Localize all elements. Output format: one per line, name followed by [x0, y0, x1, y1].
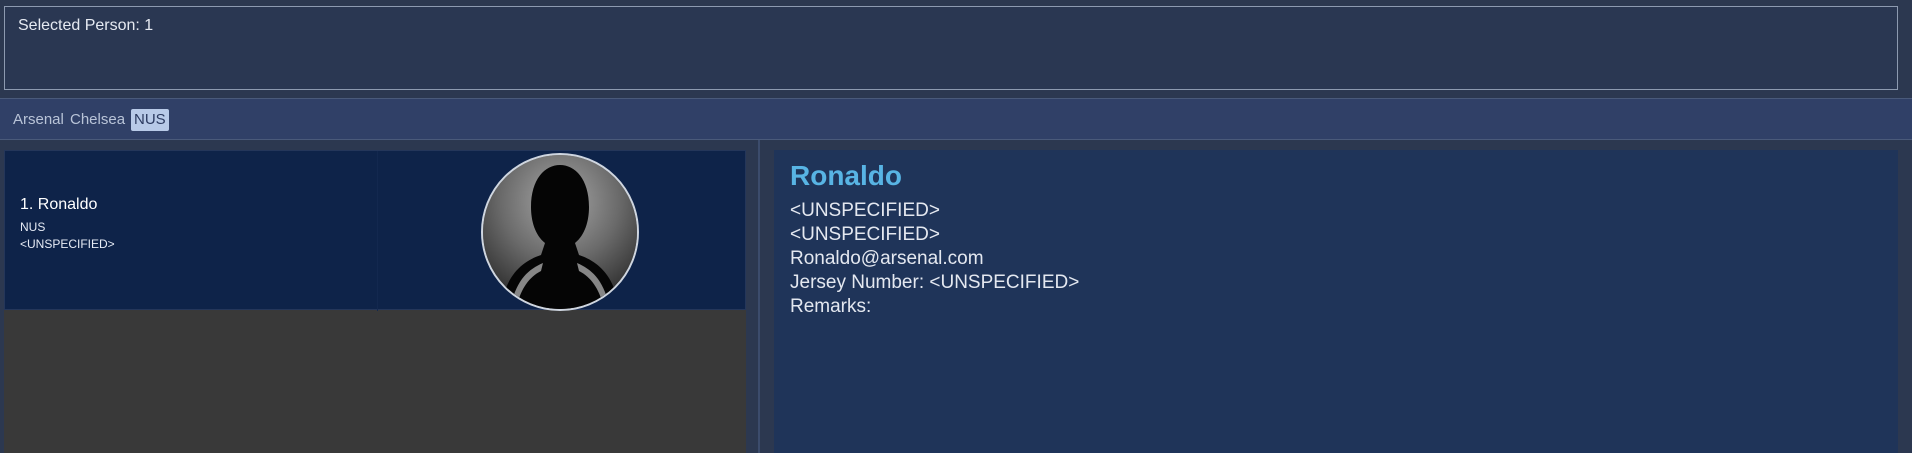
person-card-phone: <UNSPECIFIED>: [20, 237, 115, 251]
tag-filter-bar: Arsenal Chelsea NUS: [0, 99, 1912, 139]
detail-jersey: Jersey Number: <UNSPECIFIED>: [790, 272, 1080, 293]
person-silhouette-icon: [483, 155, 637, 309]
detail-field-2: <UNSPECIFIED>: [790, 224, 940, 245]
tag-arsenal[interactable]: Arsenal: [10, 109, 67, 131]
detail-remarks: Remarks:: [790, 296, 872, 317]
person-card[interactable]: 1. Ronaldo NUS <UNSPECIFIED>: [4, 150, 746, 311]
divider: [0, 139, 1912, 140]
person-detail-panel: Ronaldo <UNSPECIFIED> <UNSPECIFIED> Rona…: [774, 150, 1898, 453]
result-text: Selected Person: 1: [18, 17, 154, 34]
person-card-name: 1. Ronaldo: [20, 196, 98, 213]
detail-email: Ronaldo@arsenal.com: [790, 248, 984, 269]
pane-splitter[interactable]: [755, 140, 763, 453]
tag-chelsea[interactable]: Chelsea: [67, 109, 128, 131]
avatar: [481, 153, 639, 311]
person-list[interactable]: 1. Ronaldo NUS <UNSPECIFIED>: [4, 150, 746, 453]
person-card-tag: NUS: [20, 220, 46, 234]
detail-field-1: <UNSPECIFIED>: [790, 200, 940, 221]
tag-nus[interactable]: NUS: [131, 109, 169, 131]
detail-name: Ronaldo: [790, 160, 902, 191]
result-display: Selected Person: 1: [4, 6, 1898, 90]
card-divider: [377, 151, 378, 311]
splitter-line: [758, 140, 760, 453]
